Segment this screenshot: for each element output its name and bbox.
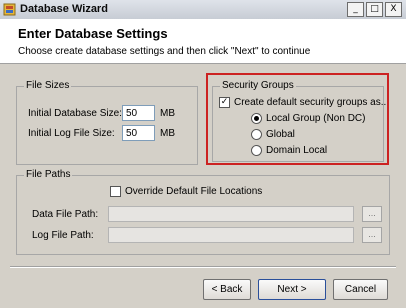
footer-separator [10,266,396,268]
cancel-button[interactable]: Cancel [333,279,388,300]
file-sizes-group: File Sizes [16,80,198,165]
file-paths-group-label: File Paths [24,169,73,180]
log-size-label: Initial Log File Size: [28,128,115,139]
next-button[interactable]: Next > [258,279,326,300]
override-locations-checkbox[interactable] [110,186,121,197]
file-sizes-group-label: File Sizes [24,80,72,91]
maximize-button[interactable]: □ [366,2,383,17]
override-locations-label: Override Default File Locations [125,186,263,197]
db-size-unit: MB [160,108,175,119]
log-path-browse-button[interactable]: ... [362,227,382,243]
minimize-button[interactable]: _ [347,2,364,17]
wizard-header: Enter Database Settings Choose create da… [0,19,406,64]
log-size-unit: MB [160,128,175,139]
close-button[interactable]: X [385,2,402,17]
title-bar[interactable]: Database Wizard _ □ X [0,0,406,20]
log-size-input[interactable]: 50 [122,125,155,141]
page-subtitle: Choose create database settings and then… [18,46,311,57]
page-title: Enter Database Settings [18,26,168,41]
wizard-app-icon [3,3,16,16]
db-size-label: Initial Database Size: [28,108,122,119]
window-controls: _ □ X [347,2,402,17]
database-wizard-window: Database Wizard _ □ X Enter Database Set… [0,0,406,308]
data-path-input[interactable] [108,206,354,222]
log-path-input[interactable] [108,227,354,243]
security-groups-highlight [206,73,389,165]
window-title: Database Wizard [20,3,108,15]
data-path-label: Data File Path: [32,209,99,220]
back-button[interactable]: < Back [203,279,251,300]
log-path-label: Log File Path: [32,230,94,241]
db-size-input[interactable]: 50 [122,105,155,121]
data-path-browse-button[interactable]: ... [362,206,382,222]
